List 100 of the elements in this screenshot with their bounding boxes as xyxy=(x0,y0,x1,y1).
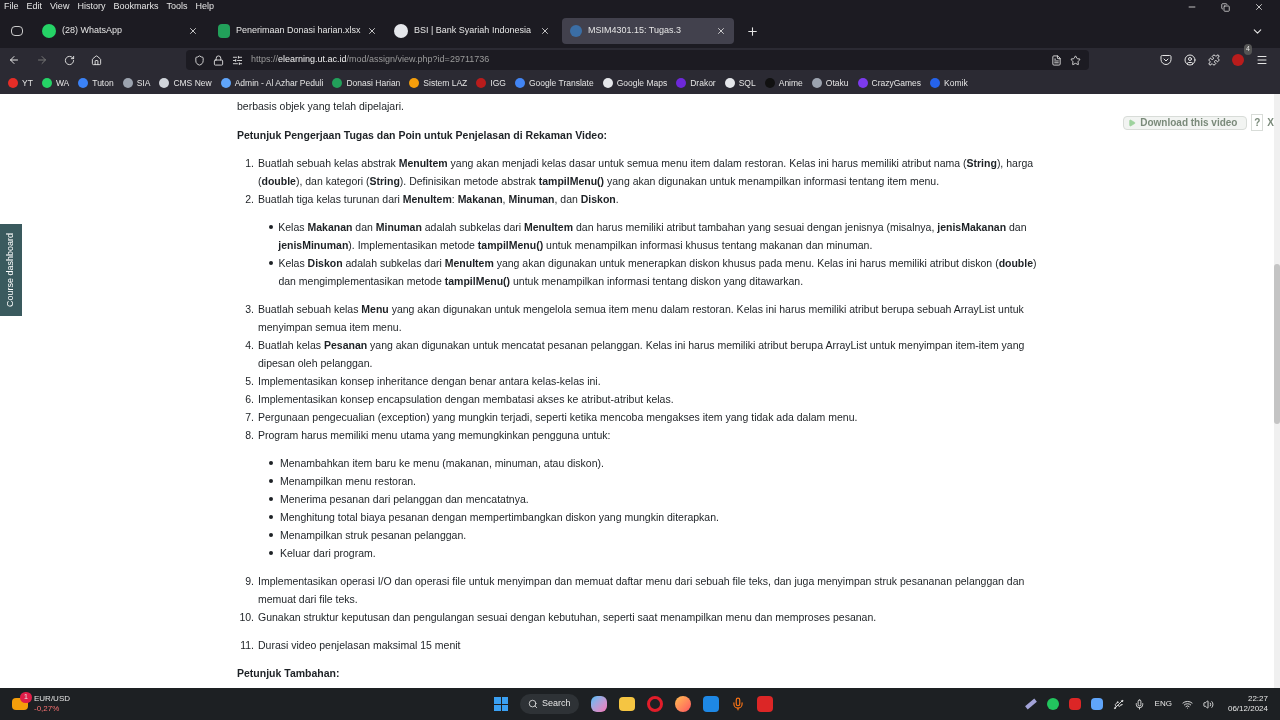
reader-view-icon[interactable] xyxy=(1051,54,1062,66)
account-icon[interactable] xyxy=(1184,54,1196,66)
browser-tab[interactable]: BSI | Bank Syariah Indonesia xyxy=(386,18,558,44)
list-item-text: Buatlah sebuah kelas abstrak MenuItem yang akan menjadi kelas dasar untuk semua menu item dalam restoran. Kelas ini harus memiliki atribut nama (String), harga (double), dan kategori (String). Definisikan metode abstrak tampilMenu() yang akan digunakan untuk menampilkan informasi tentang item menu. xyxy=(258,156,1035,189)
list-item-text: Menampilkan struk pesanan pelanggan. xyxy=(280,528,467,543)
bullet-icon xyxy=(269,461,273,465)
bullet-icon xyxy=(269,497,273,501)
search-icon xyxy=(528,699,538,709)
language-indicator[interactable]: ENG xyxy=(1154,698,1172,710)
list-item-text: Menghitung total biaya pesanan dengan mempertimbangkan diskon yang mungkin diterapkan. xyxy=(280,510,719,525)
menu-item[interactable]: File xyxy=(4,0,19,14)
help-button[interactable]: ? xyxy=(1251,114,1264,131)
browser-tab[interactable]: Penerimaan Donasi harian.xlsx xyxy=(210,18,382,44)
list-number: 5. xyxy=(244,374,255,389)
reload-icon[interactable] xyxy=(64,54,75,66)
browser-tab[interactable]: MSIM4301.15: Tugas.3 xyxy=(562,18,734,44)
list-item-text: Kelas Makanan dan Minuman adalah subkelas dari MenuItem dan harus memiliki atribut tambahan yang sesuai dengan jenisnya (misalnya, jenisMakanan dan jenisMinuman). Implementasikan metode tampilMenu() untuk menampilkan informasi khusus tentang makanan dan minuman. xyxy=(278,220,1028,253)
course-dashboard-tab[interactable]: Course dashboard xyxy=(0,224,22,316)
address-bar[interactable]: https://elearning.ut.ac.id/mod/assign/view.php?id=29711736 xyxy=(186,50,1089,70)
bullet-icon xyxy=(269,515,273,519)
bookmark-item[interactable]: Donasi Harian xyxy=(332,76,401,90)
bookmark-item[interactable]: Komik xyxy=(930,76,968,90)
bullet-icon xyxy=(269,533,273,537)
bookmark-item[interactable]: SIA xyxy=(122,76,151,90)
browser-tab[interactable]: (28) WhatsApp xyxy=(34,18,206,44)
bookmark-item[interactable]: WA xyxy=(41,76,70,90)
clock-date[interactable]: 06/12/2024 xyxy=(1227,704,1268,714)
close-icon[interactable] xyxy=(188,26,198,36)
tray-app-icon[interactable] xyxy=(1068,698,1081,710)
close-icon[interactable] xyxy=(716,26,726,36)
list-item-text: Implementasikan konsep encapsulation dengan membatasi akses ke atribut-atribut kelas. xyxy=(258,392,674,407)
shield-icon[interactable] xyxy=(194,54,205,66)
bookmark-item[interactable]: IGG xyxy=(476,76,506,90)
bookmark-item[interactable]: Sistem LAZ xyxy=(409,76,468,90)
permissions-icon[interactable] xyxy=(232,54,243,66)
list-item-text: Program harus memiliki menu utama yang memungkinkan pengguna untuk: xyxy=(258,428,611,443)
close-icon[interactable] xyxy=(1254,2,1264,12)
microphone-icon[interactable] xyxy=(730,697,745,711)
bookmark-item[interactable]: Admin - Al Azhar Peduli xyxy=(220,76,324,90)
start-icon[interactable] xyxy=(494,697,508,711)
bookmark-item[interactable]: Google Translate xyxy=(514,76,594,90)
menu-item[interactable]: History xyxy=(77,0,106,14)
list-item-text: Buatlah tiga kelas turunan dari MenuItem: Makanan, Minuman, dan Diskon. xyxy=(258,192,619,207)
list-item-text: Durasi video penjelasan maksimal 15 menit xyxy=(258,638,461,653)
list-number: 11. xyxy=(239,638,255,653)
list-number: 4. xyxy=(244,338,255,353)
tray-app-icon[interactable] xyxy=(1046,698,1059,710)
close-button[interactable]: X xyxy=(1267,115,1274,130)
menu-item[interactable]: Edit xyxy=(26,0,43,14)
lock-icon[interactable] xyxy=(213,54,224,66)
bookmark-item[interactable]: YT xyxy=(8,76,33,90)
play-icon xyxy=(1128,118,1137,127)
close-icon[interactable] xyxy=(540,26,550,36)
restore-icon[interactable] xyxy=(1221,2,1230,12)
menu-item[interactable]: Bookmarks xyxy=(113,0,159,14)
menu-item[interactable]: Tools xyxy=(166,0,188,14)
bookmark-item[interactable]: CrazyGames xyxy=(857,76,922,90)
menu-item[interactable]: Help xyxy=(195,0,214,14)
pocket-icon[interactable] xyxy=(1160,54,1172,66)
list-number: 3. xyxy=(244,302,255,317)
tray-app-icon[interactable] xyxy=(1090,698,1103,710)
bullet-icon xyxy=(269,225,273,229)
new-tab-icon[interactable] xyxy=(746,24,759,38)
bookmark-item[interactable]: Anime xyxy=(764,76,803,90)
scrollbar-thumb[interactable] xyxy=(1274,264,1280,424)
star-icon[interactable] xyxy=(1070,54,1081,66)
list-number: 10. xyxy=(238,610,255,625)
paragraph-text: berbasis objek yang telah dipelajari. xyxy=(237,100,404,112)
list-item-text: Keluar dari program. xyxy=(280,546,376,561)
menu-icon[interactable] xyxy=(1256,54,1268,66)
section-heading: Petunjuk Pengerjaan Tugas dan Poin untuk Penjelasan di Rekaman Video: xyxy=(237,128,609,143)
bookmark-item[interactable]: Drakor xyxy=(676,76,716,90)
clock-time[interactable]: 22:27 xyxy=(1247,694,1268,704)
microphone-icon[interactable] xyxy=(1133,698,1145,710)
list-number: 6. xyxy=(244,392,255,407)
extensions-icon[interactable] xyxy=(1208,54,1220,66)
bookmark-item[interactable]: Google Maps xyxy=(602,76,668,90)
list-number: 1. xyxy=(244,156,255,171)
bookmark-item[interactable]: Otaku xyxy=(811,76,849,90)
menu-item[interactable]: View xyxy=(50,0,70,14)
list-item-text: Implementasikan operasi I/O dan operasi file untuk menyimpan dan memuat daftar menu dari sebuah file teks, dan juga menyimpan struk pesananan pelanggan dan memuat dari file teks. xyxy=(258,574,1026,607)
list-item-text: Kelas Diskon adalah subkelas dari MenuItem yang akan digunakan untuk menerapkan diskon khusus pada menu. Kelas ini harus memiliki atribut diskon (double) dan mengimplementasikan metode tampilMenu() untuk menampilkan informasi tentang diskon yang ditawarkan. xyxy=(278,256,1038,289)
bookmark-item[interactable]: SQL xyxy=(724,76,756,90)
search-button[interactable]: Search xyxy=(520,694,579,714)
list-number: 9. xyxy=(244,574,255,589)
list-item-text: Buatlah sebuah kelas Menu yang akan digunakan untuk mengelola semua item menu dalam restoran. Kelas ini harus memiliki atribut berupa sebuah ArrayList untuk menyimpan semua item menu. xyxy=(258,302,1025,335)
list-number: 8. xyxy=(244,428,255,443)
list-item-text: Menambahkan item baru ke menu (makanan, minuman, atau diskon). xyxy=(280,456,604,471)
home-icon[interactable] xyxy=(91,54,102,66)
back-icon[interactable] xyxy=(8,54,20,66)
list-item-text: Buatlah kelas Pesanan yang akan digunakan untuk mencatat pesanan pelanggan. Kelas ini harus memiliki atribut berupa ArrayList untuk menyimpan item-item yang dipesan oleh pelanggan. xyxy=(258,338,1026,371)
list-item-text: Pergunaan pengecualian (exception) yang mungkin terjadi, seperti ketika mencoba mengakses item yang tidak ada dalam menu. xyxy=(258,410,858,425)
section-heading: Petunjuk Tambahan: xyxy=(237,666,341,681)
close-icon[interactable] xyxy=(366,26,377,36)
bullet-icon xyxy=(269,479,273,483)
wifi-icon[interactable] xyxy=(1181,698,1193,710)
volume-icon[interactable] xyxy=(1202,698,1214,710)
bookmark-item[interactable]: Tuton xyxy=(78,76,114,90)
bookmark-item[interactable]: CMS New xyxy=(159,76,212,90)
usb-icon[interactable] xyxy=(1112,698,1124,710)
